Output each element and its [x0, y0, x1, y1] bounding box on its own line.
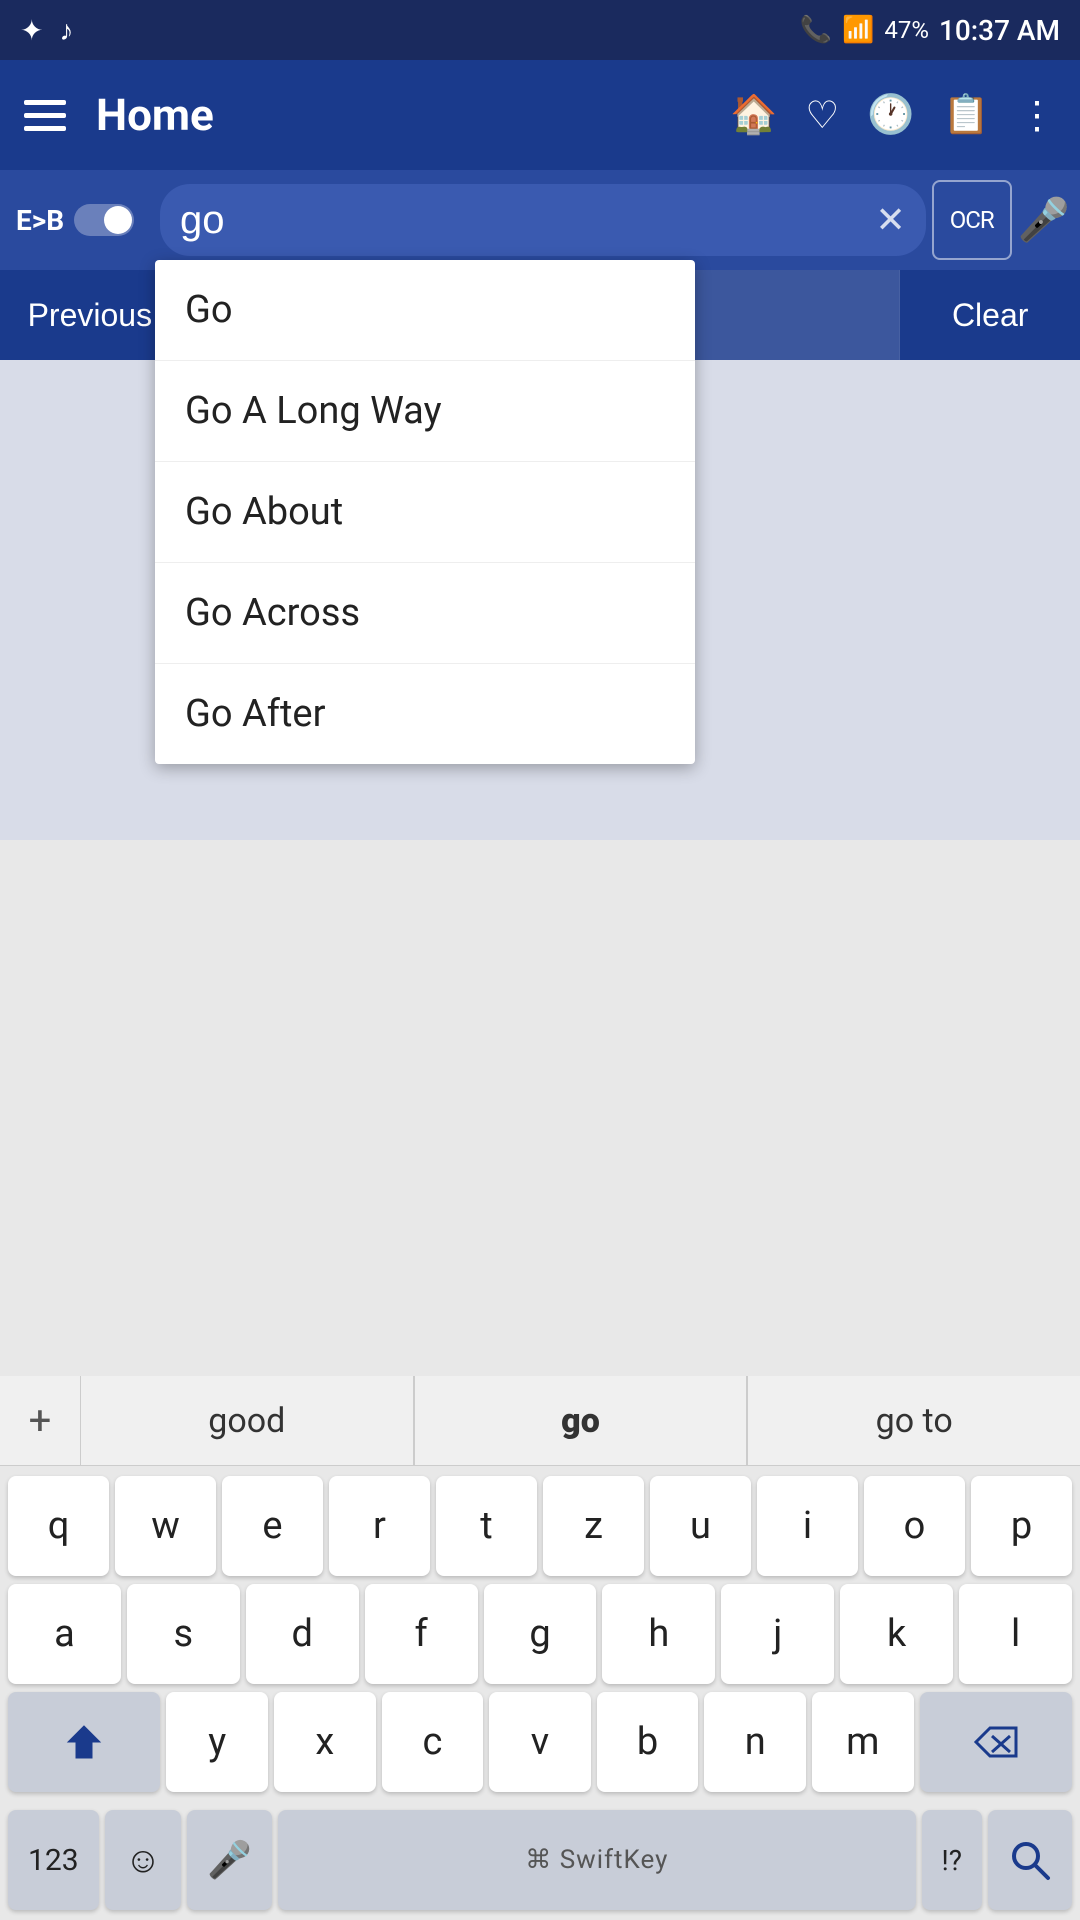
status-bar: ✦ ♪ 📞 📶 47% 10:37 AM — [0, 0, 1080, 60]
dropdown-item-go-across[interactable]: Go Across — [155, 563, 695, 664]
kbd-sugg-good[interactable]: good — [80, 1376, 414, 1465]
search-area: E>B ✕ OCR 🎤 — [0, 170, 1080, 270]
key-special-chars[interactable]: !? — [922, 1810, 982, 1910]
key-p[interactable]: p — [971, 1476, 1072, 1576]
clipboard-icon[interactable]: 📋 — [943, 93, 990, 137]
key-f[interactable]: f — [365, 1584, 478, 1684]
key-n[interactable]: n — [704, 1692, 806, 1792]
search-input[interactable] — [180, 198, 866, 243]
clear-button[interactable]: Clear — [899, 270, 1080, 360]
key-i[interactable]: i — [757, 1476, 858, 1576]
key-x[interactable]: x — [274, 1692, 376, 1792]
key-v[interactable]: v — [489, 1692, 591, 1792]
key-a[interactable]: a — [8, 1584, 121, 1684]
dropdown-item-go-about[interactable]: Go About — [155, 462, 695, 563]
key-e[interactable]: e — [222, 1476, 323, 1576]
key-m[interactable]: m — [812, 1692, 914, 1792]
status-time: 10:37 AM — [939, 14, 1060, 47]
key-b[interactable]: b — [597, 1692, 699, 1792]
dropdown-item-go-after[interactable]: Go After — [155, 664, 695, 764]
key-u[interactable]: u — [650, 1476, 751, 1576]
signal-bars-icon: 📶 — [842, 15, 874, 45]
key-mic[interactable]: 🎤 — [187, 1810, 272, 1910]
mic-button[interactable]: 🎤 — [1018, 196, 1070, 245]
key-o[interactable]: o — [864, 1476, 965, 1576]
key-z[interactable]: z — [543, 1476, 644, 1576]
ocr-button[interactable]: OCR — [932, 180, 1012, 260]
kbd-sugg-go[interactable]: go — [414, 1376, 748, 1465]
key-shift[interactable] — [8, 1692, 160, 1792]
keyboard-bottom-row: 123 ☺ 🎤 ⌘ SwiftKey !? — [0, 1810, 1080, 1920]
ocr-label: OCR — [950, 206, 994, 234]
kbd-plus-button[interactable]: + — [0, 1397, 80, 1444]
keyboard-suggestions: + good go go to — [0, 1376, 1080, 1466]
history-icon[interactable]: 🕐 — [867, 93, 914, 137]
previous-button[interactable]: Previous — [0, 270, 181, 360]
app-bar-icons: 🏠 ♡ 🕐 📋 ⋮ — [730, 93, 1056, 138]
key-backspace[interactable] — [920, 1692, 1072, 1792]
keyboard-row-2: a s d f g h j k l — [8, 1584, 1072, 1684]
swiftkey-space[interactable]: ⌘ SwiftKey — [278, 1810, 915, 1910]
key-d[interactable]: d — [246, 1584, 359, 1684]
search-input-wrap: ✕ — [160, 184, 926, 256]
key-j[interactable]: j — [721, 1584, 834, 1684]
key-emoji[interactable]: ☺ — [105, 1810, 182, 1910]
key-y[interactable]: y — [166, 1692, 268, 1792]
key-t[interactable]: t — [436, 1476, 537, 1576]
more-options-icon[interactable]: ⋮ — [1018, 93, 1056, 138]
app-icon-star: ✦ — [20, 14, 43, 47]
dropdown-item-go[interactable]: Go — [155, 260, 695, 361]
clear-input-button[interactable]: ✕ — [876, 199, 906, 241]
key-numbers[interactable]: 123 — [8, 1810, 99, 1910]
key-c[interactable]: c — [382, 1692, 484, 1792]
key-h[interactable]: h — [602, 1584, 715, 1684]
hamburger-menu[interactable] — [24, 100, 66, 131]
key-q[interactable]: q — [8, 1476, 109, 1576]
key-w[interactable]: w — [115, 1476, 216, 1576]
battery-icon: 47% — [884, 16, 929, 44]
key-r[interactable]: r — [329, 1476, 430, 1576]
search-dropdown: Go Go A Long Way Go About Go Across Go A… — [155, 260, 695, 764]
keyboard-row-1: q w e r t z u i o p — [8, 1476, 1072, 1576]
favorites-icon[interactable]: ♡ — [805, 93, 839, 138]
kbd-sugg-go-to[interactable]: go to — [747, 1376, 1080, 1465]
phone-icon: 📞 — [800, 15, 832, 45]
app-title: Home — [96, 89, 710, 141]
key-g[interactable]: g — [484, 1584, 597, 1684]
key-k[interactable]: k — [840, 1584, 953, 1684]
home-icon[interactable]: 🏠 — [730, 93, 777, 137]
toggle-switch[interactable] — [74, 204, 134, 236]
eb-toggle[interactable]: E>B — [0, 204, 160, 237]
key-l[interactable]: l — [959, 1584, 1072, 1684]
eb-label: E>B — [16, 204, 64, 237]
app-bar: Home 🏠 ♡ 🕐 📋 ⋮ — [0, 60, 1080, 170]
dropdown-item-go-a-long-way[interactable]: Go A Long Way — [155, 361, 695, 462]
key-s[interactable]: s — [127, 1584, 240, 1684]
keyboard-row-3: y x c v b n m — [8, 1692, 1072, 1792]
keyboard: + good go go to q w e r t z u i o p a s … — [0, 1376, 1080, 1920]
music-icon: ♪ — [59, 14, 73, 47]
keyboard-rows: q w e r t z u i o p a s d f g h j k l — [0, 1466, 1080, 1810]
key-search[interactable] — [988, 1810, 1072, 1910]
